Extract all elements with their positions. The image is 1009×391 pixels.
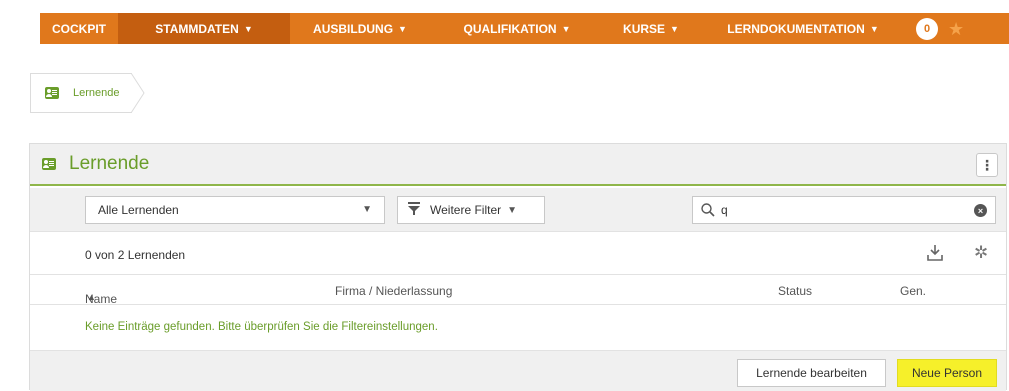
gear-icon[interactable]: ✲ — [974, 244, 988, 261]
nav-label: KURSE — [623, 21, 666, 36]
chevron-down-icon: ▼ — [561, 23, 571, 34]
breadcrumb-item[interactable]: Lernende — [30, 73, 132, 113]
edit-learners-button[interactable]: Lernende bearbeiten — [737, 359, 886, 387]
nav-item-stammdaten[interactable]: STAMMDATEN ▼ — [118, 13, 290, 44]
star-icon[interactable]: ★ — [948, 20, 964, 38]
column-header-gender[interactable]: Gen. — [900, 284, 926, 298]
table-header: Name ▲ Firma / Niederlassung Status Gen. — [30, 276, 1006, 306]
new-person-button[interactable]: Neue Person — [897, 359, 997, 387]
panel-footer: Lernende bearbeiten Neue Person — [30, 350, 1006, 391]
top-navbar: COCKPIT STAMMDATEN ▼ AUSBILDUNG ▼ QUALIF… — [0, 0, 1009, 44]
result-count: 0 von 2 Lernenden — [85, 248, 186, 262]
nav-label: LERNDOKUMENTATION — [727, 21, 865, 36]
more-filters-button[interactable]: Weitere Filter ▼ — [397, 196, 545, 224]
caret-down-icon: ▼ — [507, 204, 518, 216]
column-header-status[interactable]: Status — [778, 284, 812, 298]
caret-down-icon: ▼ — [362, 204, 372, 215]
nav-item-kurse[interactable]: KURSE ▼ — [604, 13, 698, 44]
search-icon — [701, 203, 715, 217]
chevron-down-icon: ▼ — [398, 23, 407, 34]
breadcrumb-label: Lernende — [73, 87, 120, 99]
select-value: Alle Lernenden — [98, 203, 179, 217]
result-count-row: 0 von 2 Lernenden ✲ — [30, 233, 1006, 275]
more-filters-label: Weitere Filter — [430, 203, 502, 217]
search-input[interactable]: q × — [692, 196, 996, 224]
learner-filter-select[interactable]: Alle Lernenden ▼ — [85, 196, 385, 224]
breadcrumb: Lernende — [30, 73, 145, 113]
filter-bar: Alle Lernenden ▼ Weitere Filter ▼ q × — [30, 188, 1006, 232]
chevron-down-icon: ▼ — [243, 23, 253, 34]
nav-label: AUSBILDUNG — [313, 21, 394, 36]
sort-ascending-icon: ▲ — [87, 292, 96, 302]
id-card-icon — [42, 158, 56, 170]
nav-label: QUALIFIKATION — [463, 21, 557, 36]
clear-search-icon[interactable]: × — [974, 204, 987, 217]
notification-count-badge[interactable]: 0 — [916, 17, 938, 40]
chevron-down-icon: ▼ — [869, 23, 879, 34]
nav-label: STAMMDATEN — [155, 21, 239, 36]
panel-title: Lernende — [69, 153, 150, 174]
export-icon[interactable] — [927, 244, 943, 267]
column-header-company[interactable]: Firma / Niederlassung — [335, 284, 452, 298]
empty-message: Keine Einträge gefunden. Bitte überprüfe… — [85, 321, 438, 333]
more-menu-button[interactable]: ⋮ — [976, 153, 998, 177]
nav-label: COCKPIT — [52, 21, 106, 36]
nav-item-cockpit[interactable]: COCKPIT — [40, 13, 118, 44]
learners-panel: Lernende ⋮ Alle Lernenden ▼ Weitere Filt… — [29, 143, 1007, 391]
nav-item-lerndokumentation[interactable]: LERNDOKUMENTATION ▼ — [698, 13, 908, 44]
nav-item-qualifikation[interactable]: QUALIFIKATION ▼ — [430, 13, 604, 44]
chevron-down-icon: ▼ — [670, 23, 679, 34]
empty-state-row: Keine Einträge gefunden. Bitte überprüfe… — [30, 306, 1006, 350]
nav-strip: COCKPIT STAMMDATEN ▼ AUSBILDUNG ▼ QUALIF… — [40, 13, 1009, 44]
funnel-icon — [408, 202, 420, 218]
nav-item-ausbildung[interactable]: AUSBILDUNG ▼ — [290, 13, 430, 44]
panel-header: Lernende ⋮ — [30, 144, 1006, 186]
search-value: q — [721, 203, 728, 217]
id-card-icon — [45, 87, 59, 99]
